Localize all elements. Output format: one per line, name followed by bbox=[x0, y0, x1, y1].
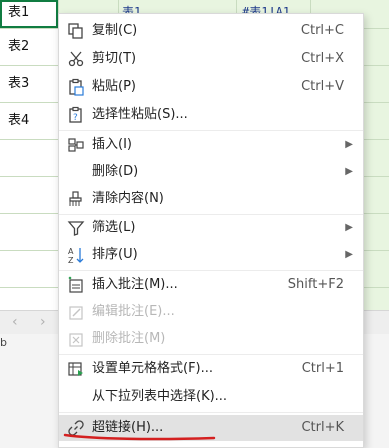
comment-delete-icon bbox=[67, 330, 85, 348]
menu-item-sort[interactable]: AZ 排序(U) ▶ bbox=[59, 242, 363, 268]
next-sheet-icon[interactable]: › bbox=[40, 313, 46, 331]
svg-text:?: ? bbox=[73, 113, 78, 123]
menu-shortcut: Ctrl+V bbox=[301, 79, 344, 94]
cell-a4[interactable]: 表4 bbox=[8, 112, 29, 130]
red-underline-annotation bbox=[63, 433, 216, 441]
menu-item-paste[interactable]: 粘贴(P) Ctrl+V bbox=[59, 74, 363, 100]
comment-add-icon bbox=[67, 276, 85, 294]
menu-label: 插入批注(M)... bbox=[92, 277, 178, 292]
scissors-icon bbox=[67, 50, 85, 68]
menu-item-cut[interactable]: 剪切(T) Ctrl+X bbox=[59, 46, 363, 72]
menu-label: 复制(C) bbox=[92, 23, 138, 38]
menu-item-edit-comment: 编辑批注(E)... bbox=[59, 299, 363, 325]
submenu-arrow-icon: ▶ bbox=[345, 249, 353, 260]
menu-label: 插入(I) bbox=[92, 137, 132, 152]
menu-item-pick-from-list[interactable]: 从下拉列表中选择(K)... bbox=[59, 384, 363, 410]
svg-text:Z: Z bbox=[68, 256, 74, 264]
menu-label: 选择性粘贴(S)... bbox=[92, 107, 188, 122]
menu-label: 排序(U) bbox=[92, 247, 138, 262]
menu-separator bbox=[59, 130, 363, 131]
menu-shortcut: Ctrl+K bbox=[301, 420, 344, 435]
copy-icon bbox=[67, 22, 85, 40]
menu-item-delete[interactable]: 删除(D) ▶ bbox=[59, 159, 363, 185]
filter-icon bbox=[67, 219, 85, 237]
menu-shortcut: Ctrl+C bbox=[300, 23, 344, 38]
menu-item-paste-special[interactable]: ? 选择性粘贴(S)... bbox=[59, 102, 363, 128]
menu-label: 筛选(L) bbox=[92, 220, 136, 235]
menu-separator bbox=[59, 412, 363, 413]
menu-label: 剪切(T) bbox=[92, 51, 137, 66]
menu-item-filter[interactable]: 筛选(L) ▶ bbox=[59, 215, 363, 241]
menu-separator bbox=[59, 354, 363, 355]
paste-icon bbox=[67, 78, 85, 96]
menu-shortcut: Ctrl+X bbox=[301, 51, 344, 66]
status-text: b bbox=[0, 336, 7, 349]
menu-label: 清除内容(N) bbox=[92, 191, 164, 206]
menu-item-insert[interactable]: 插入(I) ▶ bbox=[59, 132, 363, 158]
submenu-arrow-icon: ▶ bbox=[345, 166, 353, 177]
cell-a1[interactable]: 表1 bbox=[8, 4, 29, 22]
format-cells-icon bbox=[67, 360, 85, 378]
sort-icon: AZ bbox=[67, 246, 85, 265]
insert-icon bbox=[67, 136, 85, 154]
cell-a3[interactable]: 表3 bbox=[8, 75, 29, 93]
svg-text:A: A bbox=[68, 247, 74, 256]
menu-item-delete-comment: 删除批注(M) bbox=[59, 326, 363, 352]
menu-item-copy[interactable]: 复制(C) Ctrl+C bbox=[59, 18, 363, 44]
menu-item-clear-contents[interactable]: 清除内容(N) bbox=[59, 186, 363, 212]
submenu-arrow-icon: ▶ bbox=[345, 222, 353, 233]
submenu-arrow-icon: ▶ bbox=[345, 139, 353, 150]
context-menu: 复制(C) Ctrl+C 剪切(T) Ctrl+X 粘贴(P) Ctrl+V ?… bbox=[58, 13, 364, 448]
menu-label: 设置单元格格式(F)... bbox=[92, 361, 214, 376]
menu-shortcut: Ctrl+1 bbox=[301, 361, 344, 376]
menu-label: 删除(D) bbox=[92, 164, 139, 179]
menu-separator bbox=[59, 270, 363, 271]
cell-a2[interactable]: 表2 bbox=[8, 38, 29, 56]
menu-item-format-cells[interactable]: 设置单元格格式(F)... Ctrl+1 bbox=[59, 356, 363, 382]
menu-shortcut: Shift+F2 bbox=[287, 277, 344, 292]
eraser-icon bbox=[67, 190, 85, 208]
prev-sheet-icon[interactable]: ‹ bbox=[12, 313, 18, 331]
menu-item-insert-comment[interactable]: 插入批注(M)... Shift+F2 bbox=[59, 272, 363, 298]
menu-label: 删除批注(M) bbox=[92, 331, 166, 346]
menu-label: 编辑批注(E)... bbox=[92, 304, 175, 319]
menu-label: 从下拉列表中选择(K)... bbox=[92, 389, 228, 404]
menu-label: 粘贴(P) bbox=[92, 79, 136, 94]
paste-special-icon: ? bbox=[67, 106, 85, 124]
comment-edit-icon bbox=[67, 303, 85, 321]
